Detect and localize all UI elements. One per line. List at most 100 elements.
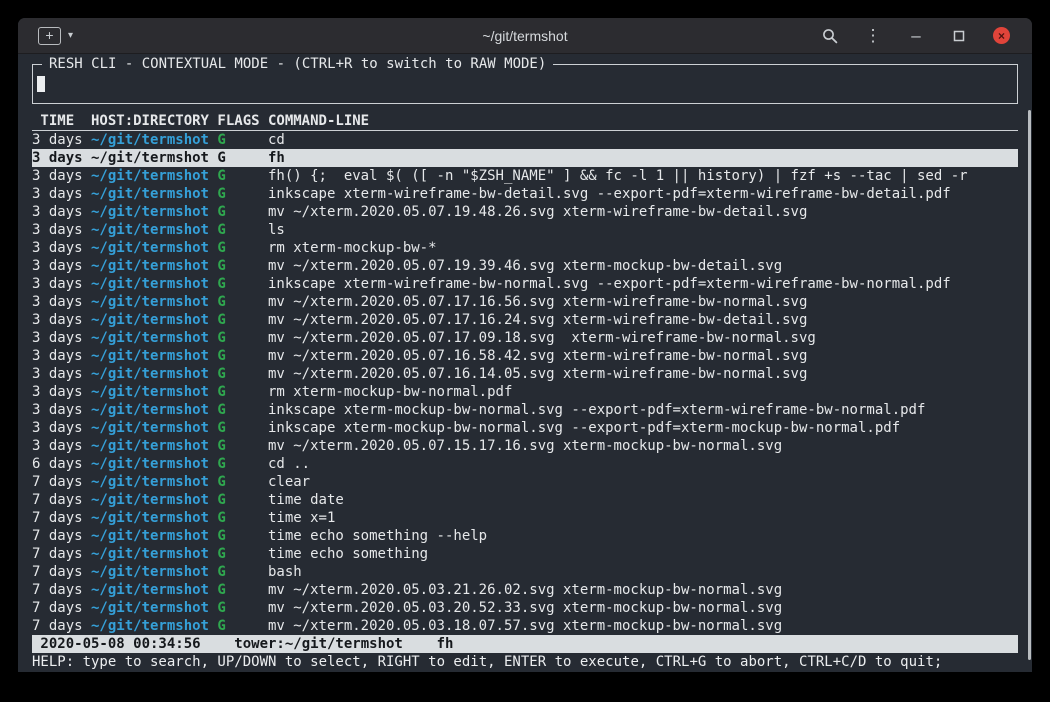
history-row[interactable]: 7 days ~/git/termshot G time echo someth…: [32, 545, 1018, 563]
history-row[interactable]: 3 days ~/git/termshot G mv ~/xterm.2020.…: [32, 347, 1018, 365]
row-command: mv ~/xterm.2020.05.07.16.14.05.svg xterm…: [268, 365, 1018, 383]
row-command: time echo something --help: [268, 527, 1018, 545]
row-time: 3 days: [32, 419, 83, 437]
restore-button[interactable]: [950, 27, 968, 45]
row-command: rm xterm-mockup-bw-normal.pdf: [268, 383, 1018, 401]
row-host-directory: ~/git/termshot: [91, 365, 209, 383]
search-icon: [822, 28, 838, 44]
row-command: time x=1: [268, 509, 1018, 527]
minimize-icon: –: [911, 27, 920, 44]
row-command: fh() {; eval $( ([ -n "$ZSH_NAME" ] && f…: [268, 167, 1018, 185]
history-row[interactable]: 3 days ~/git/termshot G mv ~/xterm.2020.…: [32, 293, 1018, 311]
history-row[interactable]: 7 days ~/git/termshot G time date: [32, 491, 1018, 509]
history-row[interactable]: 7 days ~/git/termshot G mv ~/xterm.2020.…: [32, 599, 1018, 617]
menu-button[interactable]: ⋮: [864, 27, 882, 45]
row-host-directory: ~/git/termshot: [91, 149, 209, 167]
row-flags: G: [217, 329, 259, 347]
history-row[interactable]: 3 days ~/git/termshot G rm xterm-mockup-…: [32, 383, 1018, 401]
terminal-content[interactable]: RESH CLI - CONTEXTUAL MODE - (CTRL+R to …: [18, 54, 1032, 672]
chevron-down-icon[interactable]: ▾: [68, 30, 73, 41]
row-host-directory: ~/git/termshot: [91, 131, 209, 149]
row-command: mv ~/xterm.2020.05.03.18.07.57.svg xterm…: [268, 617, 1018, 635]
row-flags: G: [217, 509, 259, 527]
row-command: fh: [268, 149, 1018, 167]
row-time: 3 days: [32, 221, 83, 239]
row-flags: G: [217, 599, 259, 617]
history-row[interactable]: 3 days ~/git/termshot G mv ~/xterm.2020.…: [32, 329, 1018, 347]
close-button[interactable]: ×: [993, 27, 1010, 44]
history-row[interactable]: 7 days ~/git/termshot G time x=1: [32, 509, 1018, 527]
row-host-directory: ~/git/termshot: [91, 275, 209, 293]
row-time: 7 days: [32, 581, 83, 599]
row-host-directory: ~/git/termshot: [91, 383, 209, 401]
search-button[interactable]: [821, 27, 839, 45]
help-line: HELP: type to search, UP/DOWN to select,…: [32, 653, 1018, 671]
row-flags: G: [217, 365, 259, 383]
scrollbar[interactable]: [1028, 110, 1031, 660]
history-list-header: TIME HOST:DIRECTORY FLAGS COMMAND-LINE: [32, 112, 1018, 131]
history-row[interactable]: 3 days ~/git/termshot G inkscape xterm-m…: [32, 419, 1018, 437]
history-row[interactable]: 3 days ~/git/termshot G inkscape xterm-w…: [32, 275, 1018, 293]
history-row[interactable]: 7 days ~/git/termshot G clear: [32, 473, 1018, 491]
row-flags: G: [217, 437, 259, 455]
row-command: mv ~/xterm.2020.05.07.16.58.42.svg xterm…: [268, 347, 1018, 365]
history-row[interactable]: 3 days ~/git/termshot G fh: [32, 149, 1018, 167]
history-row[interactable]: 3 days ~/git/termshot G fh() {; eval $( …: [32, 167, 1018, 185]
column-header-host-directory: HOST:DIRECTORY: [91, 112, 209, 130]
minimize-button[interactable]: –: [907, 27, 925, 45]
search-box-title: RESH CLI - CONTEXTUAL MODE - (CTRL+R to …: [42, 55, 553, 73]
titlebar[interactable]: + ▾ ~/git/termshot ⋮ –: [18, 18, 1032, 54]
row-command: inkscape xterm-mockup-bw-normal.svg --ex…: [268, 401, 1018, 419]
row-flags: G: [217, 383, 259, 401]
history-row[interactable]: 3 days ~/git/termshot G mv ~/xterm.2020.…: [32, 365, 1018, 383]
row-command: inkscape xterm-wireframe-bw-normal.svg -…: [268, 275, 1018, 293]
close-icon: ×: [998, 30, 1005, 42]
row-flags: G: [217, 293, 259, 311]
row-flags: G: [217, 203, 259, 221]
row-command: bash: [268, 563, 1018, 581]
row-time: 7 days: [32, 527, 83, 545]
row-time: 3 days: [32, 203, 83, 221]
row-host-directory: ~/git/termshot: [91, 563, 209, 581]
row-host-directory: ~/git/termshot: [91, 293, 209, 311]
resh-search-box[interactable]: RESH CLI - CONTEXTUAL MODE - (CTRL+R to …: [32, 64, 1018, 104]
row-host-directory: ~/git/termshot: [91, 527, 209, 545]
row-flags: G: [217, 545, 259, 563]
history-row[interactable]: 3 days ~/git/termshot G ls: [32, 221, 1018, 239]
row-command: mv ~/xterm.2020.05.03.21.26.02.svg xterm…: [268, 581, 1018, 599]
row-flags: G: [217, 167, 259, 185]
row-time: 3 days: [32, 275, 83, 293]
history-row[interactable]: 3 days ~/git/termshot G cd: [32, 131, 1018, 149]
kebab-menu-icon: ⋮: [865, 27, 882, 44]
row-command: cd: [268, 131, 1018, 149]
history-row[interactable]: 7 days ~/git/termshot G bash: [32, 563, 1018, 581]
history-row[interactable]: 6 days ~/git/termshot G cd ..: [32, 455, 1018, 473]
text-cursor: [37, 76, 45, 92]
column-header-command-line: COMMAND-LINE: [268, 112, 1018, 130]
row-time: 3 days: [32, 167, 83, 185]
row-flags: G: [217, 221, 259, 239]
row-time: 3 days: [32, 401, 83, 419]
history-row[interactable]: 3 days ~/git/termshot G inkscape xterm-m…: [32, 401, 1018, 419]
row-flags: G: [217, 131, 259, 149]
history-row[interactable]: 7 days ~/git/termshot G mv ~/xterm.2020.…: [32, 617, 1018, 635]
row-time: 3 days: [32, 257, 83, 275]
row-flags: G: [217, 563, 259, 581]
row-time: 3 days: [32, 383, 83, 401]
history-row[interactable]: 3 days ~/git/termshot G inkscape xterm-w…: [32, 185, 1018, 203]
row-host-directory: ~/git/termshot: [91, 347, 209, 365]
row-time: 3 days: [32, 347, 83, 365]
row-flags: G: [217, 149, 259, 167]
row-host-directory: ~/git/termshot: [91, 239, 209, 257]
row-host-directory: ~/git/termshot: [91, 311, 209, 329]
history-row[interactable]: 3 days ~/git/termshot G mv ~/xterm.2020.…: [32, 257, 1018, 275]
row-host-directory: ~/git/termshot: [91, 167, 209, 185]
history-row[interactable]: 3 days ~/git/termshot G mv ~/xterm.2020.…: [32, 203, 1018, 221]
row-time: 7 days: [32, 599, 83, 617]
history-row[interactable]: 3 days ~/git/termshot G mv ~/xterm.2020.…: [32, 311, 1018, 329]
new-tab-button[interactable]: +: [38, 27, 61, 45]
history-row[interactable]: 7 days ~/git/termshot G time echo someth…: [32, 527, 1018, 545]
history-row[interactable]: 3 days ~/git/termshot G rm xterm-mockup-…: [32, 239, 1018, 257]
history-row[interactable]: 3 days ~/git/termshot G mv ~/xterm.2020.…: [32, 437, 1018, 455]
history-row[interactable]: 7 days ~/git/termshot G mv ~/xterm.2020.…: [32, 581, 1018, 599]
